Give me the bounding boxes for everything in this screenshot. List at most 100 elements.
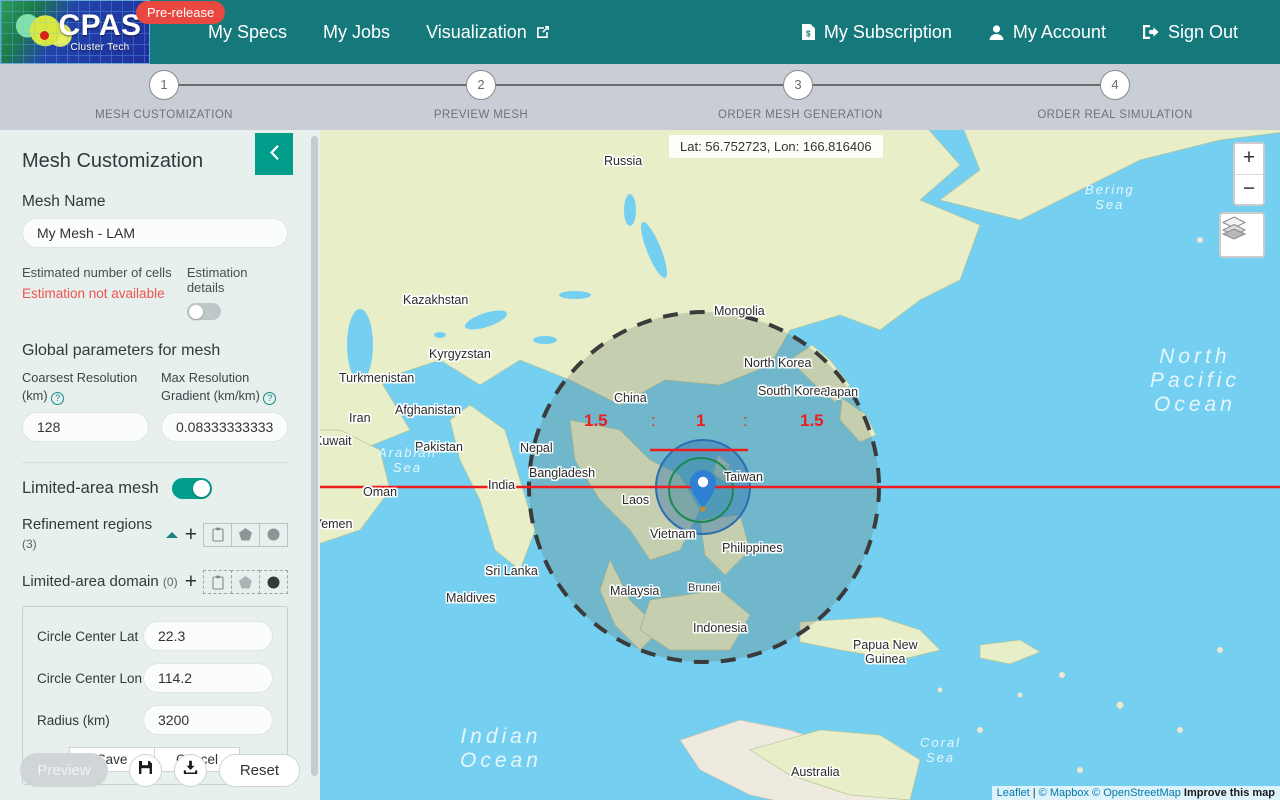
refinement-regions-tools: + <box>165 522 288 547</box>
zoom-out-button[interactable]: − <box>1235 174 1263 204</box>
step-2[interactable]: 2 PREVIEW MESH <box>401 70 561 121</box>
brand-text: CPAS Cluster Tech <box>55 9 145 54</box>
caret-up-icon[interactable] <box>165 531 178 538</box>
zoom-control[interactable]: + − <box>1233 142 1265 206</box>
sidebar-collapse-button[interactable] <box>255 133 293 175</box>
limited-area-mesh-label: Limited-area mesh <box>22 479 159 497</box>
circle-lat-label: Circle Center Lat <box>37 628 139 644</box>
attribution-mapbox-link[interactable]: © Mapbox <box>1039 787 1089 799</box>
nav-sign-out[interactable]: Sign Out <box>1142 22 1238 43</box>
mesh-name-input[interactable] <box>22 218 288 248</box>
attribution-improve-link[interactable]: Improve this map <box>1184 787 1275 799</box>
circle-icon[interactable] <box>259 570 288 594</box>
step-4[interactable]: 4 ORDER REAL SIMULATION <box>1035 70 1195 121</box>
step-1-number: 1 <box>149 70 179 100</box>
nav-visualization-label: Visualization <box>426 21 527 42</box>
clipboard-icon[interactable] <box>203 522 232 547</box>
clipboard-icon[interactable] <box>203 570 232 594</box>
prerelease-badge: Pre-release <box>136 1 226 24</box>
estimation-status: Estimation not available <box>22 286 165 301</box>
invoice-icon: $ <box>801 23 816 41</box>
refinement-tool-group <box>203 522 288 547</box>
step-1[interactable]: 1 MESH CUSTOMIZATION <box>84 70 244 121</box>
coarsest-resolution-input[interactable] <box>22 412 149 442</box>
divider <box>22 462 288 463</box>
cpas-logo[interactable]: CPAS Cluster Tech <box>0 0 150 64</box>
preview-button[interactable]: Preview <box>20 753 108 787</box>
question-circle-icon[interactable]: ? <box>51 392 65 405</box>
question-circle-icon[interactable]: ? <box>263 392 277 405</box>
brand-subtitle: Cluster Tech <box>70 42 130 53</box>
circle-radius-row: Radius (km) <box>37 705 273 735</box>
limited-area-domain-tools: + <box>185 570 288 594</box>
refinement-regions-row: Refinement regions (3) + <box>22 515 288 554</box>
download-button[interactable] <box>173 753 207 787</box>
stepper-track <box>164 84 1116 86</box>
nav-sign-out-label: Sign Out <box>1167 21 1238 42</box>
refinement-regions-count: (3) <box>22 537 37 551</box>
step-3-number: 3 <box>783 70 813 100</box>
estimation-details-toggle[interactable] <box>186 303 221 320</box>
circle-lat-input[interactable] <box>143 621 273 651</box>
svg-text:$: $ <box>806 30 811 39</box>
refinement-regions-name: Refinement regions <box>22 516 153 533</box>
estimation-row: Estimated number of cells Estimation not… <box>22 265 288 320</box>
step-2-caption: PREVIEW MESH <box>433 109 529 121</box>
polygon-icon[interactable] <box>231 522 260 547</box>
step-3[interactable]: 3 ORDER MESH GENERATION <box>718 70 883 121</box>
circle-radius-input[interactable] <box>143 705 273 735</box>
global-params-title: Global parameters for mesh <box>22 342 221 359</box>
page-title: Mesh Customization <box>22 150 204 172</box>
step-2-number: 2 <box>466 70 496 100</box>
save-spec-button[interactable] <box>128 753 162 787</box>
map-attribution: Leaflet | © Mapbox © OpenStreetMap Impro… <box>991 786 1280 800</box>
step-4-number: 4 <box>1100 70 1130 100</box>
limited-area-domain-name: Limited-area domain <box>22 573 159 590</box>
brand-name: CPAS <box>58 9 142 42</box>
leaflet-map[interactable]: Lat: 56.752723, Lon: 166.816406 1.5 : 1 … <box>320 130 1280 800</box>
circle-icon[interactable] <box>259 522 288 547</box>
reset-button[interactable]: Reset <box>218 753 300 787</box>
circle-lon-row: Circle Center Lon <box>37 663 273 693</box>
sidebar-scrollbar[interactable] <box>311 136 318 776</box>
attribution-leaflet-link[interactable]: Leaflet <box>997 787 1030 799</box>
circle-lon-input[interactable] <box>143 663 273 693</box>
map-basemap <box>320 130 1280 800</box>
floppy-save-icon <box>138 760 153 780</box>
top-navbar: CPAS Cluster Tech Pre-release My Specs M… <box>0 0 1280 64</box>
app-root: CPAS Cluster Tech Pre-release My Specs M… <box>0 0 1280 800</box>
polygon-icon[interactable] <box>231 570 260 594</box>
nav-visualization[interactable]: Visualization <box>426 22 551 43</box>
attribution-sep: | <box>1029 787 1039 799</box>
nav-my-subscription-label: My Subscription <box>823 21 952 42</box>
external-link-icon <box>535 24 551 40</box>
nav-my-jobs[interactable]: My Jobs <box>323 22 390 43</box>
coarsest-resolution-label: Coarsest Resolution (km) ? <box>22 369 149 405</box>
toggle-knob <box>192 480 210 497</box>
nav-my-subscription[interactable]: $ My Subscription <box>801 22 952 43</box>
layers-control-button[interactable] <box>1219 212 1265 258</box>
sign-out-icon <box>1142 24 1160 40</box>
nav-my-account-label: My Account <box>1012 21 1106 42</box>
nav-my-specs[interactable]: My Specs <box>208 22 287 43</box>
nav-my-jobs-label: My Jobs <box>323 21 391 42</box>
step-4-caption: ORDER REAL SIMULATION <box>1037 109 1193 121</box>
nav-my-specs-label: My Specs <box>208 21 288 42</box>
limited-area-domain-label: Limited-area domain (0) <box>22 572 178 592</box>
step-3-caption: ORDER MESH GENERATION <box>718 109 883 121</box>
nav-my-account[interactable]: My Account <box>988 22 1106 43</box>
plus-icon[interactable]: + <box>185 571 197 592</box>
circle-lon-label: Circle Center Lon <box>37 670 143 686</box>
toggle-knob <box>188 304 203 319</box>
limited-area-mesh-toggle[interactable] <box>171 478 212 499</box>
refinement-regions-label: Refinement regions (3) <box>22 515 166 554</box>
max-gradient-input[interactable] <box>161 412 288 442</box>
mesh-customization-sidebar: Mesh Customization Mesh Name Estimated n… <box>0 130 320 800</box>
limited-area-domain-count: (0) <box>162 575 178 589</box>
plus-icon[interactable]: + <box>185 524 197 545</box>
download-icon <box>183 760 198 780</box>
estimation-details-label: Estimation details <box>186 265 248 295</box>
zoom-in-button[interactable]: + <box>1235 144 1263 174</box>
user-icon <box>988 24 1005 41</box>
attribution-osm-link[interactable]: © OpenStreetMap <box>1092 787 1181 799</box>
